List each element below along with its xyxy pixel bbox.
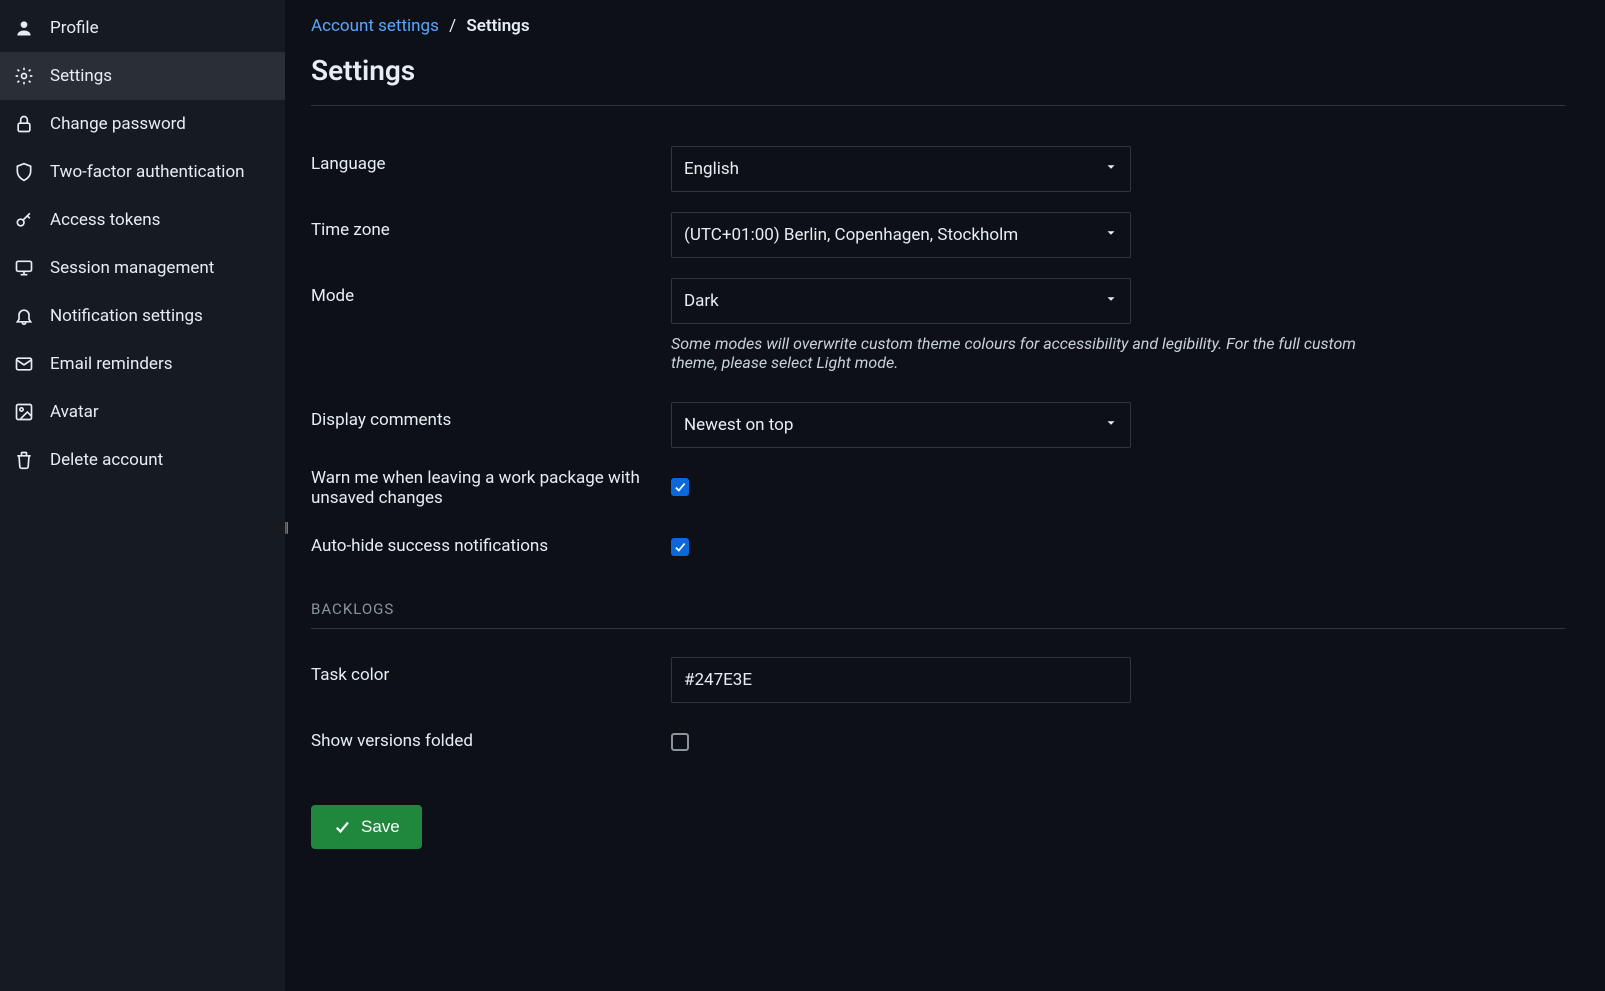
timezone-label: Time zone (311, 212, 671, 240)
taskcolor-label: Task color (311, 657, 671, 685)
breadcrumb-separator: / (449, 16, 456, 36)
timezone-value: (UTC+01:00) Berlin, Copenhagen, Stockhol… (684, 225, 1018, 245)
sidebar-item-avatar[interactable]: Avatar (0, 388, 285, 436)
mode-label: Mode (311, 278, 671, 306)
save-button-label: Save (361, 817, 400, 837)
sidebar-item-access-tokens[interactable]: Access tokens (0, 196, 285, 244)
chevron-down-icon (1104, 291, 1118, 311)
gear-icon (14, 66, 50, 86)
key-icon (14, 210, 50, 230)
sidebar-item-profile[interactable]: Profile (0, 4, 285, 52)
image-icon (14, 402, 50, 422)
backlogs-section-header: BACKLOGS (311, 600, 1565, 629)
sidebar-item-label: Profile (50, 18, 99, 38)
trash-icon (14, 450, 50, 470)
warn-checkbox[interactable] (671, 478, 689, 496)
bell-icon (14, 306, 50, 326)
save-button[interactable]: Save (311, 805, 422, 849)
mode-value: Dark (684, 291, 719, 311)
sidebar-item-label: Avatar (50, 402, 99, 422)
comments-label: Display comments (311, 402, 671, 430)
sidebar-item-label: Session management (50, 258, 214, 278)
sidebar-item-change-password[interactable]: Change password (0, 100, 285, 148)
sidebar-item-label: Settings (50, 66, 112, 86)
versions-label: Show versions folded (311, 723, 671, 751)
chevron-down-icon (1104, 415, 1118, 435)
monitor-icon (14, 258, 50, 278)
sidebar-item-label: Change password (50, 114, 186, 134)
sidebar-item-label: Notification settings (50, 306, 203, 326)
sidebar-item-label: Email reminders (50, 354, 173, 374)
taskcolor-value: #247E3E (684, 670, 752, 690)
language-value: English (684, 159, 739, 179)
language-select[interactable]: English (671, 146, 1131, 192)
comments-select[interactable]: Newest on top (671, 402, 1131, 448)
sidebar-resize-handle[interactable]: || (284, 520, 287, 536)
autohide-label: Auto-hide success notifications (311, 528, 671, 556)
sidebar-item-email-reminders[interactable]: Email reminders (0, 340, 285, 388)
warn-label: Warn me when leaving a work package with… (311, 468, 671, 508)
mode-select[interactable]: Dark (671, 278, 1131, 324)
chevron-down-icon (1104, 159, 1118, 179)
versions-checkbox[interactable] (671, 733, 689, 751)
mail-icon (14, 354, 50, 374)
shield-icon (14, 162, 50, 182)
timezone-select[interactable]: (UTC+01:00) Berlin, Copenhagen, Stockhol… (671, 212, 1131, 258)
sidebar-item-label: Access tokens (50, 210, 160, 230)
comments-value: Newest on top (684, 415, 793, 435)
language-label: Language (311, 146, 671, 174)
sidebar-item-two-factor[interactable]: Two-factor authentication (0, 148, 285, 196)
sidebar-item-label: Two-factor authentication (50, 162, 245, 182)
lock-icon (14, 114, 50, 134)
check-icon (333, 818, 351, 836)
page-title: Settings (311, 54, 1565, 106)
breadcrumb: Account settings / Settings (311, 16, 1565, 36)
mode-help-text: Some modes will overwrite custom theme c… (671, 334, 1391, 372)
chevron-down-icon (1104, 225, 1118, 245)
person-icon (14, 18, 50, 38)
sidebar-item-session-management[interactable]: Session management (0, 244, 285, 292)
autohide-checkbox[interactable] (671, 538, 689, 556)
sidebar: Profile Settings Change password Two-fac… (0, 0, 285, 991)
breadcrumb-parent-link[interactable]: Account settings (311, 16, 439, 36)
taskcolor-input[interactable]: #247E3E (671, 657, 1131, 703)
sidebar-item-notification-settings[interactable]: Notification settings (0, 292, 285, 340)
sidebar-item-label: Delete account (50, 450, 163, 470)
main-content: Account settings / Settings Settings Lan… (285, 0, 1605, 991)
sidebar-item-settings[interactable]: Settings (0, 52, 285, 100)
breadcrumb-current: Settings (466, 16, 529, 36)
sidebar-item-delete-account[interactable]: Delete account (0, 436, 285, 484)
